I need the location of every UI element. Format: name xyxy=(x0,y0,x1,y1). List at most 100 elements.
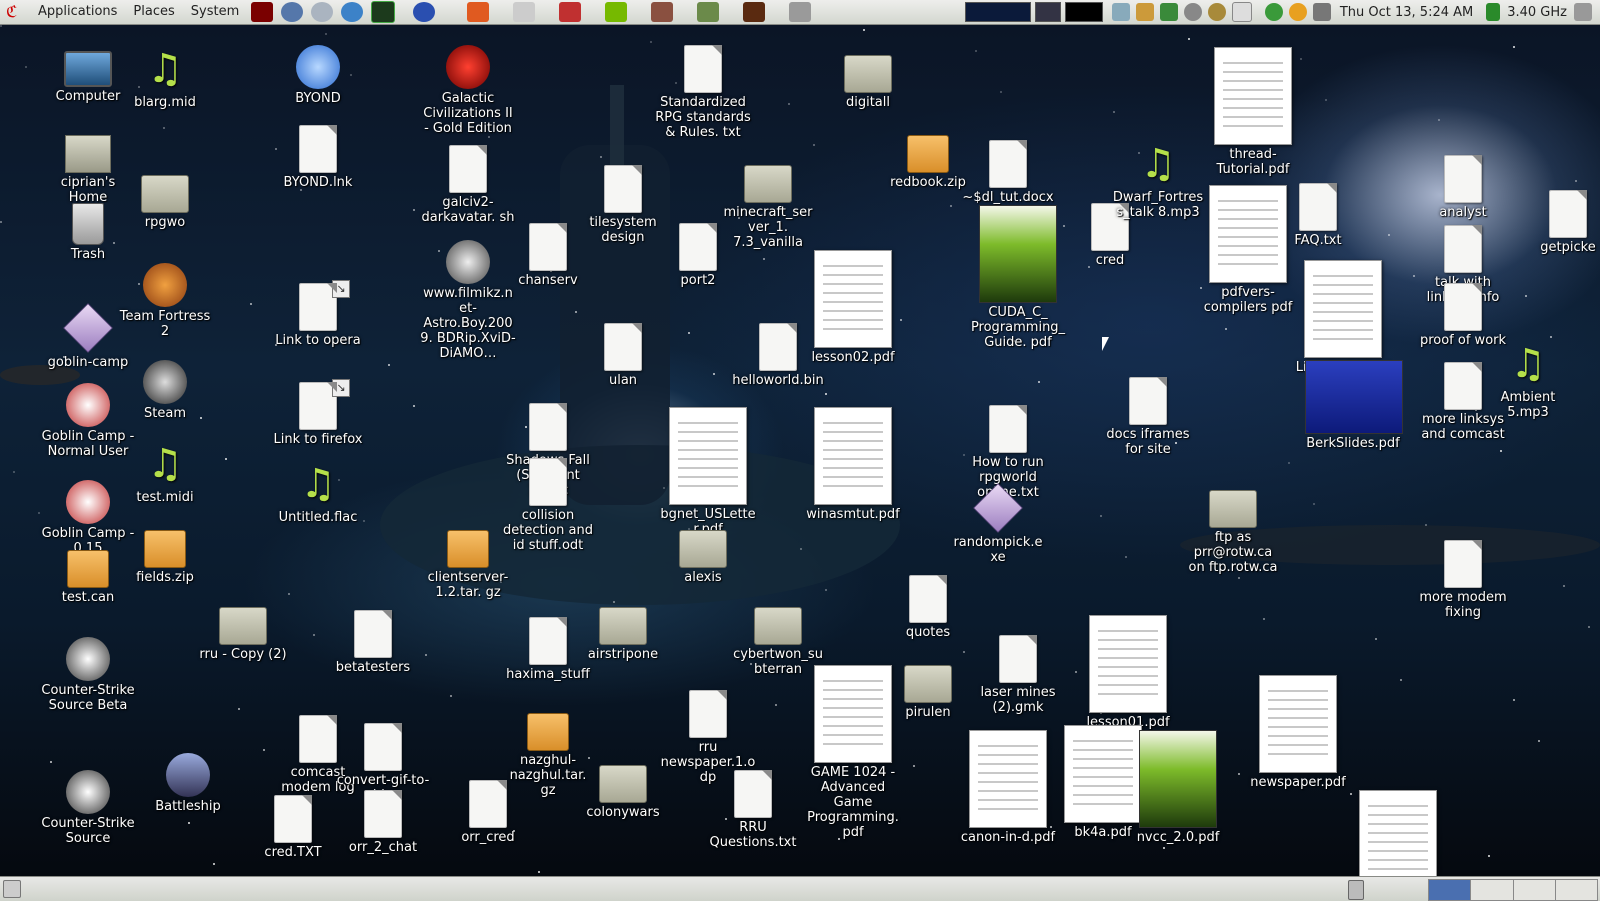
weather-icon[interactable] xyxy=(1288,3,1307,21)
volume-icon[interactable] xyxy=(1312,3,1331,21)
desktop-icon[interactable]: pdfvers-compilers pdf xyxy=(1200,185,1296,315)
desktop-icon[interactable]: TheBrick2009GB.pdf xyxy=(1350,790,1446,876)
byond-icon xyxy=(296,45,340,89)
desktop-icon[interactable]: test.can xyxy=(40,540,136,605)
launcher-icon[interactable] xyxy=(251,2,274,22)
desktop-icon[interactable]: analyst xyxy=(1415,155,1511,220)
text-file-icon xyxy=(1444,283,1482,331)
clock[interactable]: Thu Oct 13, 5:24 AM xyxy=(1340,5,1473,20)
launcher-icon[interactable] xyxy=(341,2,364,22)
desktop-icon[interactable]: www.filmikz.net-Astro.Boy.2009. BDRip.Xv… xyxy=(420,240,516,361)
desktop-icon[interactable]: RRU Questions.txt xyxy=(705,770,801,850)
desktop-icon[interactable]: Counter-Strike Source xyxy=(40,770,136,846)
launcher-icon[interactable] xyxy=(513,2,536,22)
globe-icon[interactable] xyxy=(413,2,436,22)
desktop-icon[interactable]: lesson01.pdf xyxy=(1080,615,1176,730)
system-monitor-icon[interactable] xyxy=(371,1,396,23)
pdf-thumb-line xyxy=(1368,814,1428,816)
search-icon[interactable] xyxy=(1207,3,1226,21)
desktop-icon[interactable]: helloworld.bin xyxy=(730,323,826,388)
volume-icon[interactable] xyxy=(1574,3,1592,21)
desktop-icon[interactable]: ftp as prr@rotw.ca on ftp.rotw.ca xyxy=(1185,480,1281,575)
desktop-icon[interactable]: thread-Tutorial.pdf xyxy=(1205,47,1301,177)
menu-system[interactable]: System xyxy=(183,0,247,24)
desktop-icon[interactable]: more linksys and comcast xyxy=(1415,362,1511,442)
trash-applet-icon[interactable] xyxy=(1348,880,1364,900)
desktop-icon[interactable]: colonywars xyxy=(575,755,671,820)
launcher-icon[interactable] xyxy=(651,2,674,22)
desktop-icon[interactable]: ~$dl_tut.docx xyxy=(960,140,1056,205)
desktop-icon[interactable]: quotes xyxy=(880,575,976,640)
workspace-2[interactable] xyxy=(1471,880,1514,900)
launcher-icon[interactable] xyxy=(559,2,582,22)
desktop-icon[interactable]: newspaper.pdf xyxy=(1250,675,1346,790)
desktop-icon[interactable]: ↘ Link to firefox xyxy=(270,379,366,447)
desktop-icon[interactable]: rru - Copy (2) xyxy=(195,597,291,662)
tray-icon[interactable] xyxy=(1159,3,1178,21)
desktop-icon[interactable]: betatesters xyxy=(325,610,421,675)
desktop-icon[interactable]: more modem fixing xyxy=(1415,540,1511,620)
workspace-1[interactable] xyxy=(1429,880,1472,900)
workspace-switcher[interactable] xyxy=(1034,2,1061,22)
desktop-icon[interactable]: Galactic Civilizations II - Gold Edition xyxy=(420,45,516,136)
launcher-icon[interactable] xyxy=(697,2,720,22)
menu-applications[interactable]: Applications xyxy=(30,0,125,24)
nvidia-icon[interactable] xyxy=(605,2,628,22)
update-icon[interactable] xyxy=(1264,3,1283,21)
desktop-icon[interactable]: port2 xyxy=(650,223,746,288)
desktop-icon[interactable]: Standardized RPG standards & Rules. txt xyxy=(655,45,751,140)
desktop-icon[interactable]: ♫ blarg.mid xyxy=(117,45,213,110)
desktop-icon[interactable]: nvcc_2.0.pdf xyxy=(1130,730,1226,845)
desktop-icon[interactable]: GAME 1024 - Advanced Game Programming.pd… xyxy=(805,665,901,840)
wallpaper-star xyxy=(1425,523,1427,526)
desktop-icon[interactable]: haxima_stuff xyxy=(500,617,596,682)
desktop-icon[interactable]: getpicke xyxy=(1520,190,1600,255)
desktop-icon[interactable]: randompick.exe xyxy=(950,483,1046,565)
desktop-icon[interactable]: bgnet_USLetter.pdf xyxy=(660,407,756,537)
show-desktop-icon[interactable] xyxy=(3,880,21,898)
desktop-icon[interactable]: digitall xyxy=(820,45,916,110)
gear-icon[interactable] xyxy=(1183,3,1202,21)
desktop-icon[interactable]: galciv2-darkavatar. sh xyxy=(420,145,516,225)
desktop-icon[interactable]: orr_2_chat xyxy=(335,790,431,855)
tray-icon[interactable] xyxy=(1231,2,1252,22)
desktop-icon[interactable]: BerkSlides.pdf xyxy=(1305,360,1403,451)
launcher-icon[interactable] xyxy=(281,2,304,22)
cpu-frequency[interactable]: 3.40 GHz xyxy=(1507,5,1567,20)
desktop-icon[interactable]: BYOND xyxy=(270,45,366,106)
desktop-icon[interactable]: ulan xyxy=(575,323,671,388)
desktop-icon[interactable]: winasmtut.pdf xyxy=(805,407,901,522)
desktop-icon[interactable]: proof of work xyxy=(1415,283,1511,348)
desktop-icon[interactable]: docs iframes for site xyxy=(1100,377,1196,457)
tray-icon[interactable] xyxy=(1111,3,1130,21)
desktop-icon[interactable]: laser mines (2).gmk xyxy=(970,635,1066,715)
desktop-icon[interactable]: BYOND.lnk xyxy=(270,125,366,190)
desktop-icon[interactable]: alexis xyxy=(655,520,751,585)
desktop-icon[interactable]: Counter-Strike Source Beta xyxy=(40,637,136,713)
workspace-pager[interactable] xyxy=(1428,879,1598,901)
launcher-icon[interactable] xyxy=(311,2,334,22)
desktop-icon[interactable]: CUDA_C_ Programming_Guide. pdf xyxy=(970,205,1066,350)
gnome-foot-icon[interactable]: ℭ xyxy=(6,2,26,22)
desktop[interactable]: Computer ♫ blarg.mid BYOND Galactic Civiliza… xyxy=(0,25,1600,876)
workspace-switcher[interactable] xyxy=(1064,2,1103,22)
desktop-icon[interactable]: cred.TXT xyxy=(245,795,341,860)
desktop-icon[interactable]: Trash xyxy=(40,203,136,262)
menu-places[interactable]: Places xyxy=(125,0,182,24)
desktop-icon[interactable]: Battleship xyxy=(140,753,236,814)
desktop-icon[interactable]: ♫ Dwarf_Fortress_talk 8.mp3 xyxy=(1110,140,1206,220)
desktop-icon[interactable]: clientserver-1.2.tar. gz xyxy=(420,520,516,600)
desktop-icon[interactable]: ♫ Untitled.flac xyxy=(270,460,366,525)
workspace-3[interactable] xyxy=(1514,880,1556,900)
text-file-icon xyxy=(364,723,402,771)
desktop-icon[interactable]: ↘ Link to opera xyxy=(270,280,366,348)
workspace-4[interactable] xyxy=(1556,880,1597,900)
document-icon xyxy=(529,403,567,451)
desktop-icon[interactable]: orr_cred xyxy=(440,780,536,845)
workspace-switcher[interactable] xyxy=(964,2,1031,22)
launcher-icon[interactable] xyxy=(467,2,490,22)
launcher-icon[interactable] xyxy=(789,2,812,22)
launcher-icon[interactable] xyxy=(743,2,766,22)
desktop-icon[interactable]: canon-in-d.pdf xyxy=(960,730,1056,845)
tray-icon[interactable] xyxy=(1135,3,1154,21)
